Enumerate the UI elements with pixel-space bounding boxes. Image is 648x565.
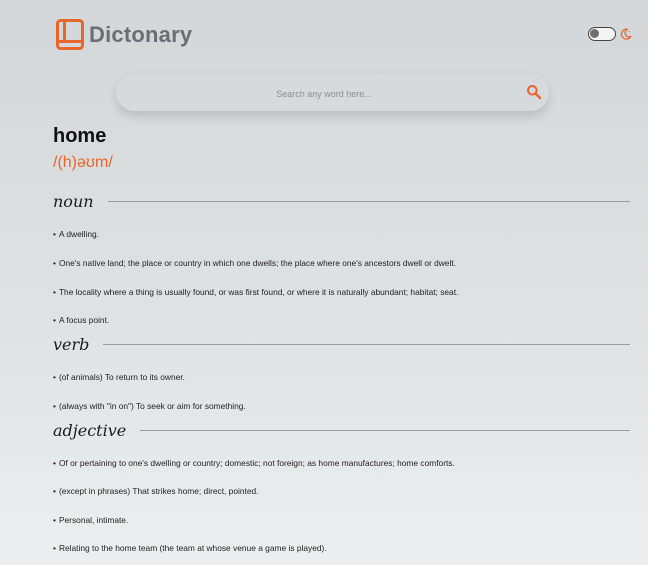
definition-text: (always with "in on") To seek or aim for…	[58, 401, 246, 411]
book-icon	[56, 19, 84, 50]
definition-item: • (of animals) To return to its owner.	[53, 372, 185, 382]
toggle-knob	[590, 29, 599, 38]
part-of-speech-header: adjective	[53, 420, 630, 440]
app-header: Dictonary	[56, 19, 632, 53]
entry-word: home	[53, 125, 107, 147]
definition-item: • One's native land; the place or country…	[53, 258, 456, 268]
definition-item: • A dwelling.	[53, 229, 99, 239]
definition-text: Personal, intimate.	[58, 515, 129, 525]
definition-text: (of animals) To return to its owner.	[58, 372, 185, 382]
part-of-speech-label: noun	[53, 191, 94, 211]
part-of-speech-header: verb	[53, 334, 630, 354]
search-input[interactable]	[136, 74, 512, 113]
definition-item: • A focus point.	[53, 315, 110, 325]
definition-item: • (except in phrases) That strikes home; …	[53, 486, 259, 496]
definition-item: • Of or pertaining to one's dwelling or c…	[53, 458, 455, 468]
search-bar	[116, 74, 549, 113]
definition-text: Relating to the home team (the team at w…	[58, 543, 327, 553]
theme-toggle[interactable]	[588, 27, 616, 41]
definition-item: • (always with "in on") To seek or aim fo…	[53, 401, 246, 411]
definition-text: A dwelling.	[58, 229, 99, 239]
part-of-speech-label: adjective	[53, 420, 127, 440]
divider	[107, 200, 630, 202]
app-logo[interactable]: Dictonary	[56, 19, 192, 50]
definition-text: The locality where a thing is usually fo…	[58, 287, 459, 297]
theme-controls	[588, 27, 632, 41]
definition-text: (except in phrases) That strikes home; d…	[58, 486, 259, 496]
part-of-speech-label: verb	[53, 334, 90, 354]
definition-text: One's native land; the place or country …	[58, 258, 456, 268]
part-of-speech-header: noun	[53, 191, 630, 211]
brand-name: Dictonary	[89, 21, 193, 47]
definition-text: Of or pertaining to one's dwelling or co…	[58, 458, 455, 468]
entry-phonetic: /(h)əʊm/	[53, 154, 113, 171]
definition-text: A focus point.	[58, 315, 110, 325]
definition-item: • Personal, intimate.	[53, 515, 129, 525]
divider	[140, 429, 630, 431]
moon-icon	[620, 28, 632, 40]
definition-item: • Relating to the home team (the team at …	[53, 543, 327, 553]
search-icon[interactable]	[526, 84, 542, 100]
divider	[103, 343, 630, 345]
definition-item: • The locality where a thing is usually f…	[53, 287, 459, 297]
